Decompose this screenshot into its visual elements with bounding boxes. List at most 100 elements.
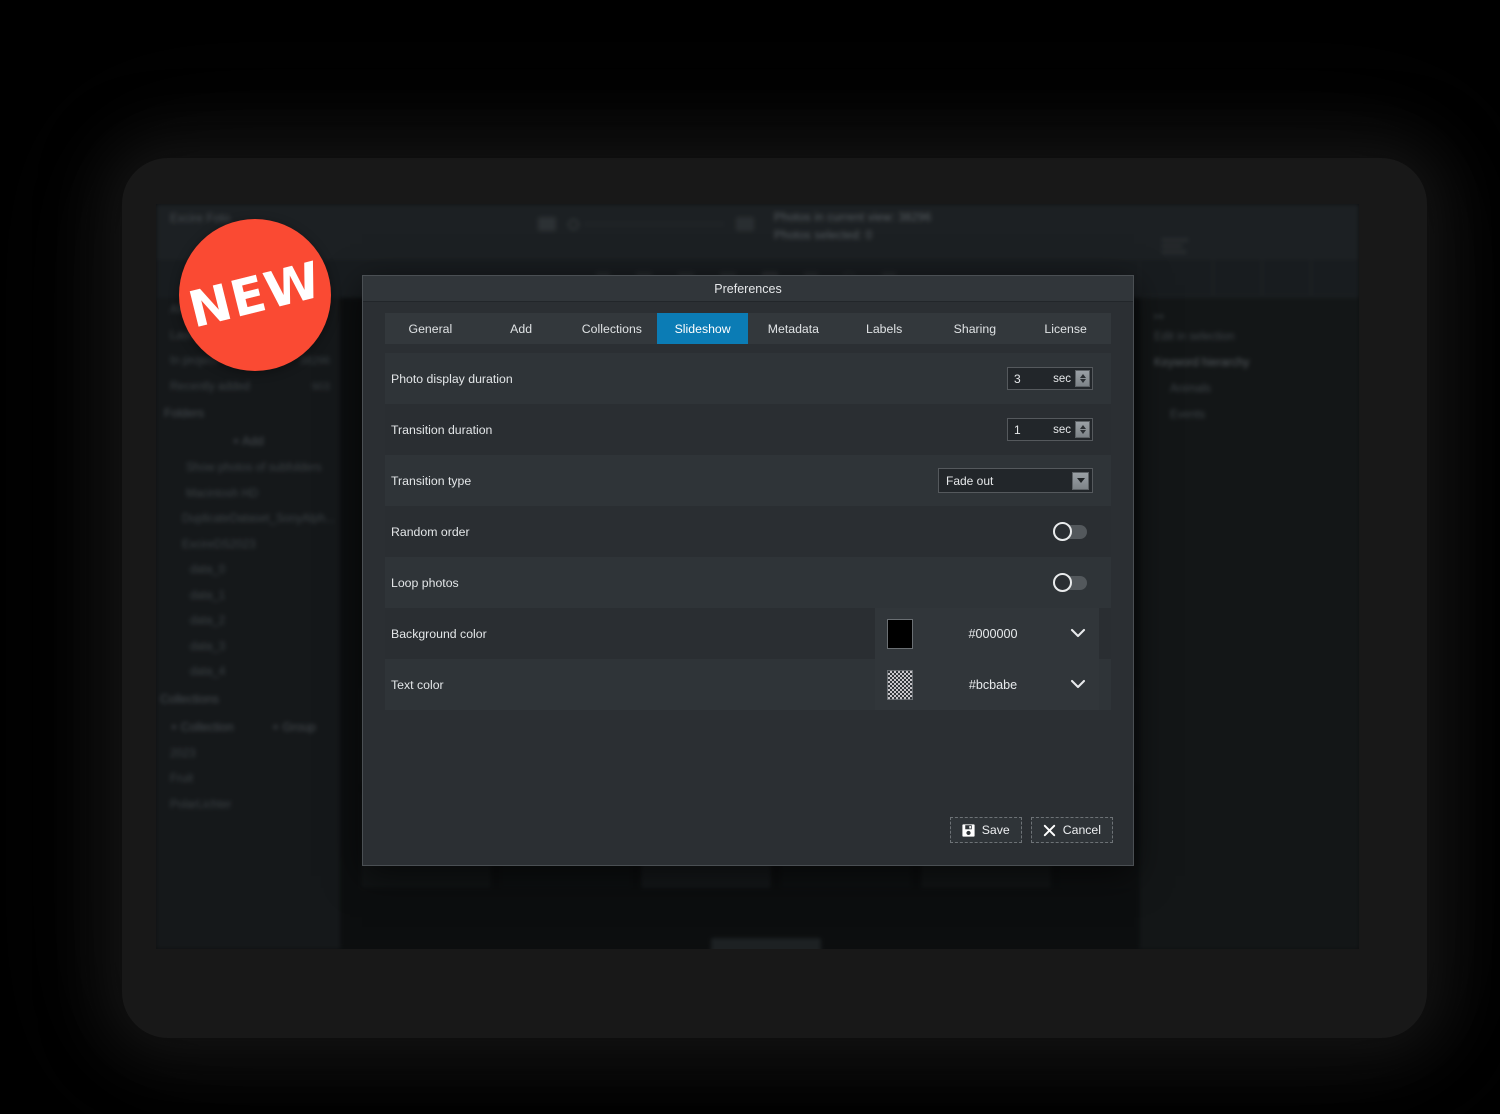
row-text-color: Text color #bcbabe — [385, 659, 1111, 710]
random-order-toggle[interactable] — [1053, 522, 1087, 541]
sidebar-row: Recently added 903 — [170, 380, 330, 393]
sidebar-folder-row: data_2 — [190, 615, 226, 627]
photos-in-view-status: Photos in current view: 38296 — [774, 212, 932, 224]
sidebar-collections-heading: Collections — [160, 691, 219, 706]
edit-icon — [1262, 250, 1311, 296]
spinner-value[interactable]: 1 — [1008, 423, 1053, 437]
sidebar-folder-row: data_0 — [190, 564, 226, 576]
sidebar-collection-row: Fruit — [170, 773, 193, 785]
photo-display-duration-input[interactable]: 3 sec — [1007, 367, 1093, 390]
chevron-down-icon[interactable] — [1067, 679, 1089, 690]
preferences-dialog: Preferences General Add Collections Slid… — [362, 275, 1134, 866]
zoom-slider-knob — [568, 219, 579, 230]
sidebar-collection-row: PolarLichter — [170, 798, 232, 811]
tab-slideshow[interactable]: Slideshow — [657, 313, 748, 344]
tab-collections[interactable]: Collections — [567, 313, 658, 344]
sidebar-collection-row: 2023 — [170, 747, 196, 760]
edit-in-selection-label: Edit in selection — [1154, 331, 1235, 343]
save-icon — [962, 823, 975, 837]
spinner-unit: sec — [1053, 423, 1071, 436]
new-badge: NEW — [179, 219, 331, 371]
color-hex-value: #000000 — [968, 626, 1018, 641]
sidebar-subfolders-toggle: Show photos of subfolders — [186, 462, 322, 474]
close-icon — [1043, 824, 1055, 836]
row-label: Random order — [391, 524, 470, 539]
row-label: Photo display duration — [391, 371, 513, 386]
color-swatch[interactable] — [887, 669, 913, 700]
color-hex-value: #bcbabe — [968, 677, 1018, 692]
tab-general[interactable]: General — [385, 313, 476, 344]
lock-icon — [1311, 204, 1359, 250]
app-right-sidebar: ↦ Edit in selection Keyword hierarchy An… — [1139, 204, 1359, 949]
spinner-value[interactable]: 3 — [1008, 372, 1053, 386]
sidebar-collection-actions: + Collection + Group — [156, 712, 340, 742]
select-value: Fade out — [946, 473, 994, 488]
sidebar-folder-row: DuplicateDataset_SonyAlph... — [182, 513, 335, 525]
spinner-stepper[interactable] — [1075, 370, 1090, 387]
loop-photos-toggle[interactable] — [1053, 573, 1087, 592]
chevron-down-icon[interactable] — [1072, 471, 1089, 490]
keyword-icon — [1213, 204, 1262, 250]
right-toolbar-icons — [1139, 204, 1359, 298]
add-collection-button: + Collection — [170, 719, 234, 734]
preferences-tabbar: General Add Collections Slideshow Metada… — [385, 313, 1111, 344]
stepper-down-icon[interactable] — [1079, 430, 1086, 434]
row-label: Transition type — [391, 473, 472, 488]
keyword-hierarchy-label: Keyword hierarchy — [1154, 357, 1250, 369]
row-photo-display-duration: Photo display duration 3 sec — [385, 353, 1111, 404]
tab-license[interactable]: License — [1020, 313, 1111, 344]
new-badge-label: NEW — [182, 250, 328, 340]
filter-icon — [1262, 204, 1311, 250]
app-logo-text: Excire Foto — [170, 213, 231, 225]
toggle-knob[interactable] — [1053, 522, 1072, 541]
stepper-down-icon[interactable] — [1079, 379, 1086, 383]
app-left-sidebar: All photos Last import In project 38296 … — [156, 298, 341, 949]
background-color-picker[interactable]: #000000 — [875, 608, 1099, 659]
sidebar-add-button: + Add — [232, 434, 264, 448]
sidebar-drive-row: Macintosh HD — [186, 487, 259, 500]
sidebar-folder-row: data_1 — [190, 589, 226, 602]
transition-type-select[interactable]: Fade out — [938, 468, 1093, 493]
row-random-order: Random order — [385, 506, 1111, 557]
grid-view-icon — [736, 217, 754, 231]
cancel-button[interactable]: Cancel — [1030, 817, 1113, 843]
tab-labels[interactable]: Labels — [839, 313, 930, 344]
row-loop-photos: Loop photos — [385, 557, 1111, 608]
dialog-titlebar: Preferences — [363, 276, 1133, 302]
sidebar-folders-heading: Folders — [164, 406, 205, 420]
edit-metadata-icon — [1139, 204, 1213, 296]
sidebar-folder-row: ExcireDS2023 — [182, 538, 256, 551]
row-label: Transition duration — [391, 422, 493, 437]
chevron-down-icon[interactable] — [1067, 628, 1089, 639]
add-group-button: + Group — [272, 719, 316, 734]
save-button[interactable]: Save — [949, 817, 1022, 843]
row-label: Text color — [391, 677, 444, 692]
face-icon — [1213, 250, 1262, 296]
tab-add[interactable]: Add — [476, 313, 567, 344]
tab-sharing[interactable]: Sharing — [930, 313, 1021, 344]
transition-duration-input[interactable]: 1 sec — [1007, 418, 1093, 441]
stepper-up-icon[interactable] — [1079, 374, 1086, 378]
screenshot-stage: Excire Foto Photos in current view: 3829… — [0, 0, 1500, 1114]
tab-metadata[interactable]: Metadata — [748, 313, 839, 344]
collapse-icon: ↦ — [1154, 311, 1164, 323]
text-color-picker[interactable]: #bcbabe — [875, 659, 1099, 710]
camera-icon — [538, 217, 556, 231]
preferences-rows: Photo display duration 3 sec Transition … — [385, 353, 1111, 710]
keyword-item: Events — [1170, 409, 1206, 421]
row-transition-type: Transition type Fade out — [385, 455, 1111, 506]
stepper-up-icon[interactable] — [1079, 425, 1086, 429]
toggle-knob[interactable] — [1053, 573, 1072, 592]
keyword-item: Animals — [1170, 383, 1211, 395]
cancel-button-label: Cancel — [1062, 823, 1101, 837]
sidebar-folder-row: data_3 — [190, 640, 226, 653]
photos-selected-status: Photos selected: 0 — [774, 230, 873, 242]
save-button-label: Save — [981, 823, 1010, 837]
sidebar-folder-row: data_4 — [190, 666, 226, 678]
row-background-color: Background color #000000 — [385, 608, 1111, 659]
page-title: Preferences — [714, 281, 782, 296]
color-swatch[interactable] — [887, 618, 913, 649]
row-label: Loop photos — [391, 575, 459, 590]
row-label: Background color — [391, 626, 487, 641]
spinner-stepper[interactable] — [1075, 421, 1090, 438]
